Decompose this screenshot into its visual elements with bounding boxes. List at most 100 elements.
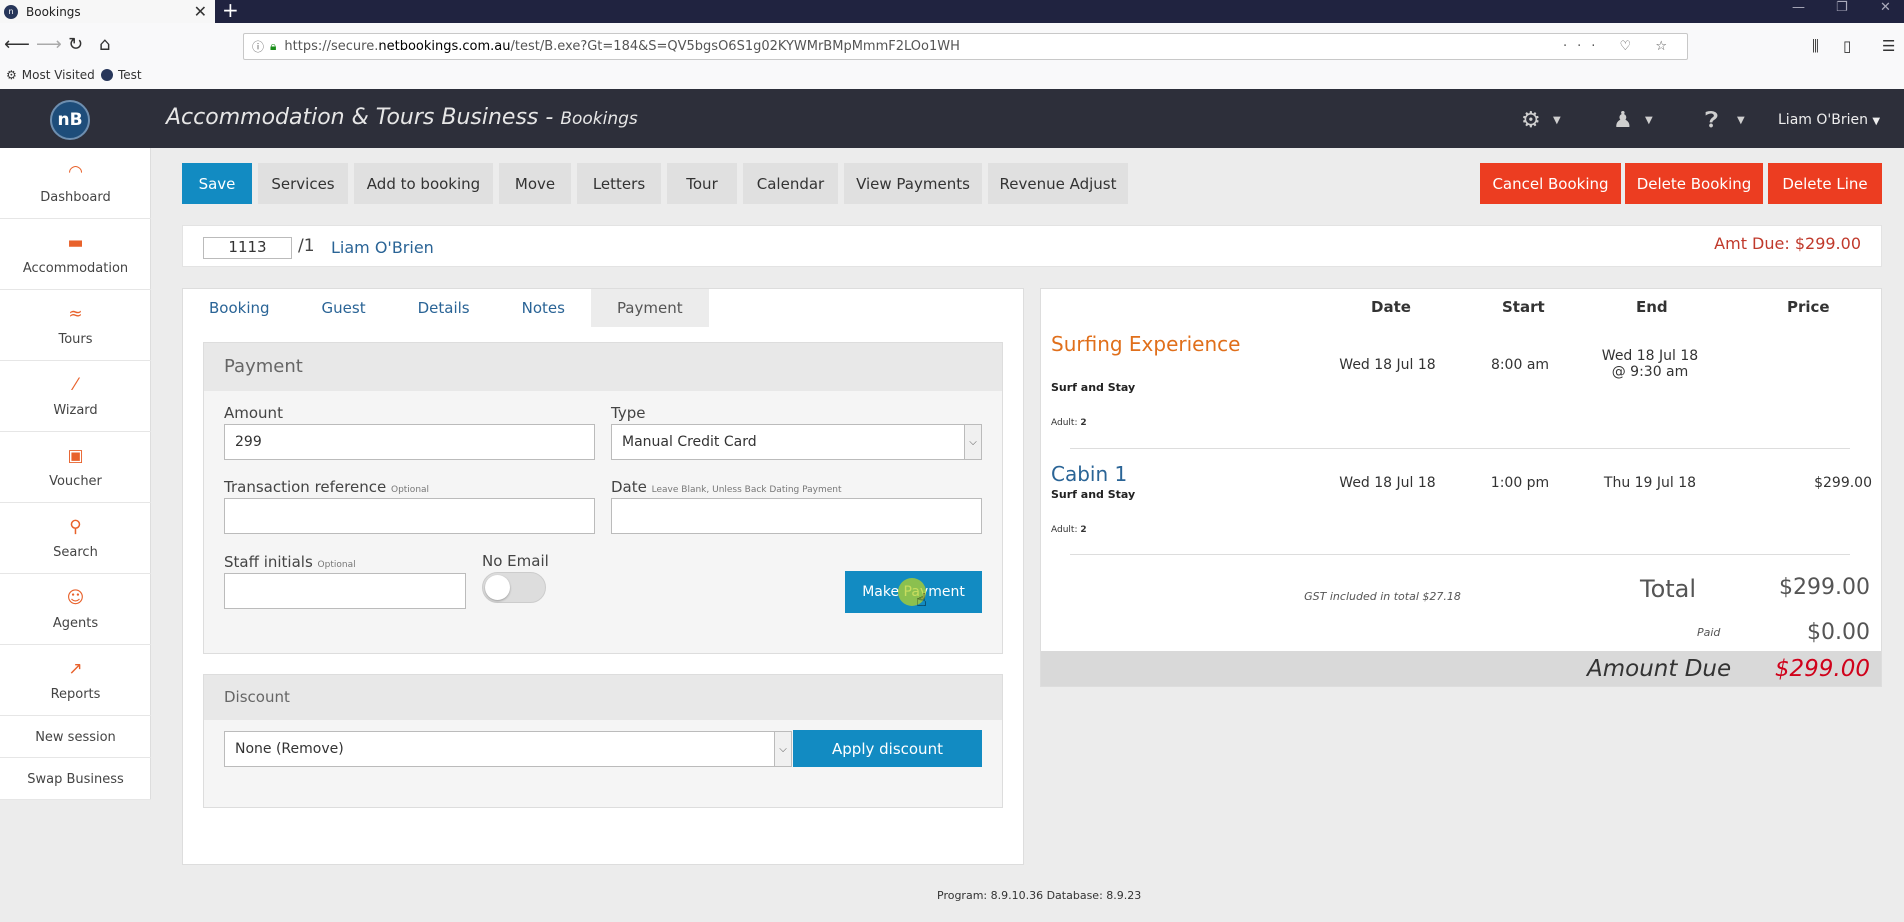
save-button[interactable]: Save xyxy=(182,163,252,204)
sidebar-item-label: New session xyxy=(35,730,116,745)
move-button[interactable]: Move xyxy=(499,163,571,204)
menu-icon[interactable]: ☰ xyxy=(1882,37,1895,55)
tab-guest[interactable]: Guest xyxy=(296,289,392,327)
url-bar[interactable]: ⓘ 🔒︎ https://secure.netbookings.com.au/t… xyxy=(243,33,1688,60)
hand-cursor-icon: ☝ xyxy=(916,590,927,611)
divider xyxy=(1070,554,1850,555)
bookmark-label: Test xyxy=(118,68,142,82)
chevron-down-icon[interactable]: ▼ xyxy=(1737,115,1745,126)
view-payments-button[interactable]: View Payments xyxy=(844,163,982,204)
total-label: Total xyxy=(1640,575,1697,603)
item-package: Surf and Stay xyxy=(1051,488,1136,501)
item-package: Surf and Stay xyxy=(1051,381,1136,394)
bed-icon: ▬ xyxy=(67,233,84,253)
sidebar-item-swap-business[interactable]: Swap Business xyxy=(0,758,151,800)
cancel-booking-button[interactable]: Cancel Booking xyxy=(1480,163,1621,204)
sidebar-item-dashboard[interactable]: ◠ Dashboard xyxy=(0,148,151,219)
settings-gear-icon[interactable]: ⚙ xyxy=(1521,108,1541,133)
item-name-link[interactable]: Cabin 1 xyxy=(1051,462,1127,486)
tab-booking[interactable]: Booking xyxy=(183,289,296,327)
payment-type-select[interactable]: Manual Credit Card ⌵ xyxy=(611,424,982,460)
sidebar-toggle-icon[interactable]: ▯ xyxy=(1843,37,1851,55)
bookmark-most-visited[interactable]: ⚙ Most Visited xyxy=(6,68,95,82)
sidebar-item-search[interactable]: ⚲ Search xyxy=(0,503,151,574)
sidebar-item-accommodation[interactable]: ▬ Accommodation xyxy=(0,219,151,290)
letters-button[interactable]: Letters xyxy=(577,163,661,204)
app-logo[interactable]: nB xyxy=(50,100,90,140)
apply-discount-button[interactable]: Apply discount xyxy=(793,730,982,767)
booking-header xyxy=(182,225,1882,267)
transaction-reference-label: Transaction reference Optional xyxy=(224,478,430,496)
agent-menu-icon[interactable]: ♟ xyxy=(1613,108,1633,133)
type-label: Type xyxy=(611,404,646,422)
services-button[interactable]: Services xyxy=(258,163,348,204)
tab-details[interactable]: Details xyxy=(392,289,496,327)
version-footer: Program: 8.9.10.36 Database: 8.9.23 xyxy=(937,889,1142,902)
item-name-link[interactable]: Surfing Experience xyxy=(1051,332,1240,356)
tab-notes[interactable]: Notes xyxy=(496,289,591,327)
magic-wand-icon: ⁄ xyxy=(74,375,77,395)
search-icon: ⚲ xyxy=(69,517,82,537)
user-menu[interactable]: Liam O'Brien ▼ xyxy=(1778,112,1880,128)
discount-select[interactable]: None (Remove) ⌵ xyxy=(224,731,792,767)
sidebar-item-wizard[interactable]: ⁄ Wizard xyxy=(0,361,151,432)
guest-name-link[interactable]: Liam O'Brien xyxy=(331,238,434,257)
bookmarks-bar xyxy=(0,67,1904,89)
item-date: Wed 18 Jul 18 xyxy=(1339,357,1436,373)
toggle-knob xyxy=(485,575,510,600)
browser-tab[interactable]: n Bookings ✕ xyxy=(0,0,215,23)
sidebar-item-label: Tours xyxy=(58,332,93,347)
no-email-toggle[interactable] xyxy=(482,572,546,603)
sidebar-item-reports[interactable]: ↗ Reports xyxy=(0,645,151,716)
sidebar-item-label: Dashboard xyxy=(40,190,111,205)
no-email-label: No Email xyxy=(482,552,549,570)
site-favicon-icon xyxy=(101,69,113,81)
browser-tabstrip xyxy=(0,0,1904,23)
item-date: Wed 18 Jul 18 xyxy=(1339,475,1436,491)
swimmer-icon: ≈ xyxy=(68,304,83,324)
reload-icon[interactable]: ↻ xyxy=(68,34,83,55)
amount-due-bar xyxy=(1041,651,1881,686)
revenue-adjust-button[interactable]: Revenue Adjust xyxy=(988,163,1128,204)
tour-button[interactable]: Tour xyxy=(667,163,737,204)
help-icon[interactable]: ❓︎ xyxy=(1705,108,1718,133)
chevron-down-icon[interactable]: ▼ xyxy=(1553,115,1561,126)
staff-initials-label: Staff initials Optional xyxy=(224,553,356,571)
staff-initials-input[interactable] xyxy=(224,573,466,609)
sidebar-item-label: Swap Business xyxy=(27,772,124,787)
sidebar: ◠ Dashboard ▬ Accommodation ≈ Tours ⁄ Wizard… xyxy=(0,148,151,800)
back-icon[interactable]: ⟵ xyxy=(4,34,30,55)
total-value: $299.00 xyxy=(1779,575,1870,600)
new-tab-button[interactable]: + xyxy=(222,0,239,20)
bookmark-test[interactable]: Test xyxy=(101,68,142,82)
sidebar-item-tours[interactable]: ≈ Tours xyxy=(0,290,151,361)
library-icon[interactable]: ⫼ xyxy=(1812,37,1819,55)
forward-icon[interactable]: ⟶ xyxy=(36,34,62,55)
date-input[interactable] xyxy=(611,498,982,534)
sidebar-item-voucher[interactable]: ▣ Voucher xyxy=(0,432,151,503)
column-header-date: Date xyxy=(1371,298,1411,316)
delete-booking-button[interactable]: Delete Booking xyxy=(1625,163,1763,204)
sidebar-item-agents[interactable]: ☺ Agents xyxy=(0,574,151,645)
page-actions-icons[interactable]: ··· ♡ ☆ xyxy=(1563,39,1677,54)
sidebar-item-new-session[interactable]: New session xyxy=(0,716,151,758)
window-close-icon[interactable]: ✕ xyxy=(1880,0,1891,15)
amount-label: Amount xyxy=(224,404,283,422)
add-to-booking-button[interactable]: Add to booking xyxy=(354,163,493,204)
restore-icon[interactable]: ❐ xyxy=(1836,0,1848,15)
sidebar-item-label: Agents xyxy=(52,616,99,631)
bookmark-label: Most Visited xyxy=(21,68,95,82)
minimize-icon[interactable]: — xyxy=(1792,0,1805,15)
amount-input[interactable]: 299 xyxy=(224,424,595,460)
calendar-button[interactable]: Calendar xyxy=(743,163,838,204)
chevron-down-icon[interactable]: ▼ xyxy=(1645,115,1653,126)
chevron-down-icon: ⌵ xyxy=(774,732,791,766)
tab-payment[interactable]: Payment xyxy=(590,289,709,327)
delete-line-button[interactable]: Delete Line xyxy=(1768,163,1882,204)
transaction-reference-input[interactable] xyxy=(224,498,595,534)
tab-close-icon[interactable]: ✕ xyxy=(194,2,207,21)
booking-number-input[interactable]: 1113 xyxy=(203,237,292,259)
sidebar-item-label: Search xyxy=(53,545,98,560)
site-info-icon[interactable]: ⓘ xyxy=(252,38,264,55)
home-icon[interactable]: ⌂ xyxy=(99,34,110,55)
